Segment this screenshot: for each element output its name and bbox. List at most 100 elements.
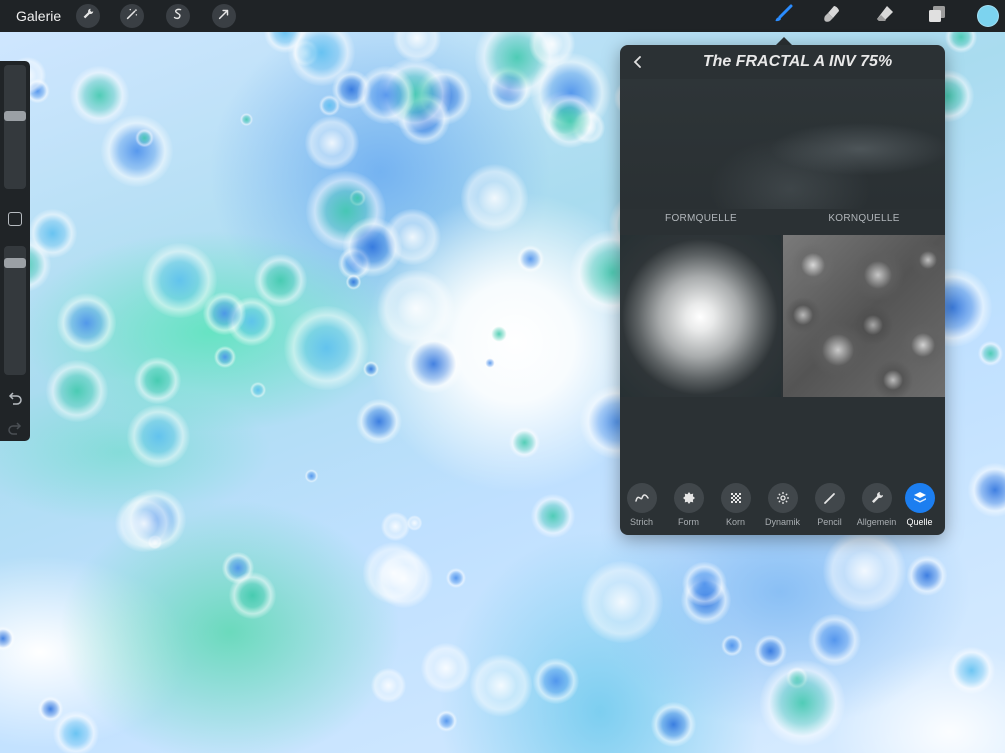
modify-button[interactable]	[8, 212, 22, 226]
redo-icon	[7, 422, 23, 439]
artwork-swirl	[516, 245, 544, 273]
artwork-swirl	[435, 710, 458, 732]
brush-size-slider[interactable]	[4, 65, 26, 189]
artwork-swirl	[377, 269, 456, 348]
artwork-swirl	[370, 667, 406, 703]
artwork-swirl	[529, 32, 576, 67]
artwork-swirl	[945, 32, 978, 54]
tab-allgemein[interactable]: Allgemein	[853, 483, 900, 531]
artwork-swirl	[127, 404, 191, 468]
gallery-button[interactable]: Galerie	[16, 8, 66, 24]
eraser-tool-button[interactable]	[873, 4, 897, 28]
actions-button[interactable]	[76, 4, 100, 28]
artwork-swirl	[571, 110, 605, 144]
artwork-swirl	[509, 427, 540, 458]
artwork-swirl	[460, 163, 529, 232]
smudge-icon	[821, 3, 843, 30]
artwork-swirl	[123, 489, 186, 552]
layers-tool-button[interactable]	[925, 4, 949, 28]
artwork-swirl	[70, 66, 130, 126]
dynamics-icon	[767, 483, 798, 513]
artwork-swirl	[332, 70, 372, 109]
shape-source-image[interactable]	[620, 235, 781, 397]
tab-pencil[interactable]: Pencil	[806, 483, 853, 531]
tab-form[interactable]: Form	[665, 483, 712, 531]
tab-quelle[interactable]: Quelle	[896, 483, 943, 531]
artwork-swirl	[486, 65, 532, 112]
undo-button[interactable]	[7, 391, 23, 405]
back-button[interactable]	[630, 54, 646, 70]
artwork-swirl	[421, 643, 472, 694]
artwork-swirl	[345, 274, 362, 290]
selection-button[interactable]	[166, 4, 190, 28]
artwork-swirl	[356, 65, 416, 124]
artwork-swirl	[249, 381, 267, 399]
panel-empty-area	[620, 397, 945, 477]
artwork-swirl	[141, 242, 217, 318]
brush-tool-button[interactable]	[771, 4, 795, 28]
artwork-swirl	[45, 360, 108, 423]
opacity-thumb[interactable]	[4, 257, 26, 268]
magic-wand-icon	[125, 7, 139, 26]
artwork-swirl	[968, 463, 1005, 517]
artwork-swirl	[288, 32, 356, 87]
tab-label: Quelle	[906, 517, 933, 527]
artwork-swirl	[304, 469, 319, 483]
tab-label: Form	[678, 517, 699, 527]
artwork-swirl	[305, 115, 359, 170]
wrench-icon	[81, 7, 95, 26]
artwork-swirl	[532, 657, 580, 705]
artwork-swirl	[384, 208, 442, 266]
artwork-swirl	[381, 512, 410, 541]
artwork-swirl	[57, 293, 117, 353]
tab-label: Pencil	[817, 517, 842, 527]
artwork-swirl	[213, 345, 237, 368]
artwork-swirl	[356, 398, 402, 444]
brush-settings-panel: The FRACTAL A INV 75% FORMQUELLE KORNQUE…	[620, 45, 945, 535]
artwork-swirl	[133, 356, 181, 404]
artwork-swirl	[759, 660, 846, 746]
artwork-swirl	[53, 710, 99, 753]
eraser-icon	[874, 3, 896, 30]
brush-size-thumb[interactable]	[4, 110, 26, 121]
artwork-swirl	[823, 529, 906, 613]
artwork-swirl	[284, 305, 369, 391]
artwork-swirl	[202, 291, 246, 335]
source-labels: FORMQUELLE KORNQUELLE	[620, 213, 945, 233]
brush-settings-tabs: Strich Form Korn Dynamik Pencil Allgemein Quel…	[620, 483, 945, 531]
artwork-swirl	[415, 68, 472, 125]
artwork-swirl	[470, 654, 533, 717]
artwork-swirl	[786, 667, 808, 689]
artwork-swirl	[27, 208, 78, 259]
tab-label: Strich	[629, 517, 653, 527]
opacity-slider[interactable]	[4, 246, 26, 375]
grain-icon	[720, 483, 751, 513]
artwork-swirl	[681, 574, 732, 625]
artwork-swirl	[531, 53, 612, 134]
brush-icon	[772, 3, 794, 30]
shape-source-label: FORMQUELLE	[665, 213, 737, 224]
artwork-swirl	[581, 560, 664, 643]
smudge-tool-button[interactable]	[820, 4, 844, 28]
artwork-swirl	[404, 334, 463, 394]
artwork-swirl	[0, 626, 16, 652]
adjustments-button[interactable]	[120, 4, 144, 28]
pencil-icon	[814, 483, 845, 513]
chevron-left-icon	[633, 56, 641, 68]
artwork-swirl	[392, 32, 441, 63]
artwork-swirl	[292, 40, 319, 67]
artwork-swirl	[406, 515, 423, 531]
wrench-icon	[861, 483, 892, 513]
redo-button[interactable]	[7, 421, 23, 435]
artwork-swirl	[377, 57, 451, 131]
tab-strich[interactable]: Strich	[620, 483, 665, 531]
color-picker-button[interactable]	[977, 5, 999, 27]
undo-icon	[7, 392, 23, 409]
tab-korn[interactable]: Korn	[712, 483, 759, 531]
artwork-swirl	[474, 32, 560, 100]
artwork-swirl	[148, 534, 163, 549]
tab-dynamik[interactable]: Dynamik	[759, 483, 806, 531]
transform-button[interactable]	[212, 4, 236, 28]
tab-label: Korn	[725, 517, 745, 527]
grain-source-image[interactable]	[783, 235, 945, 397]
